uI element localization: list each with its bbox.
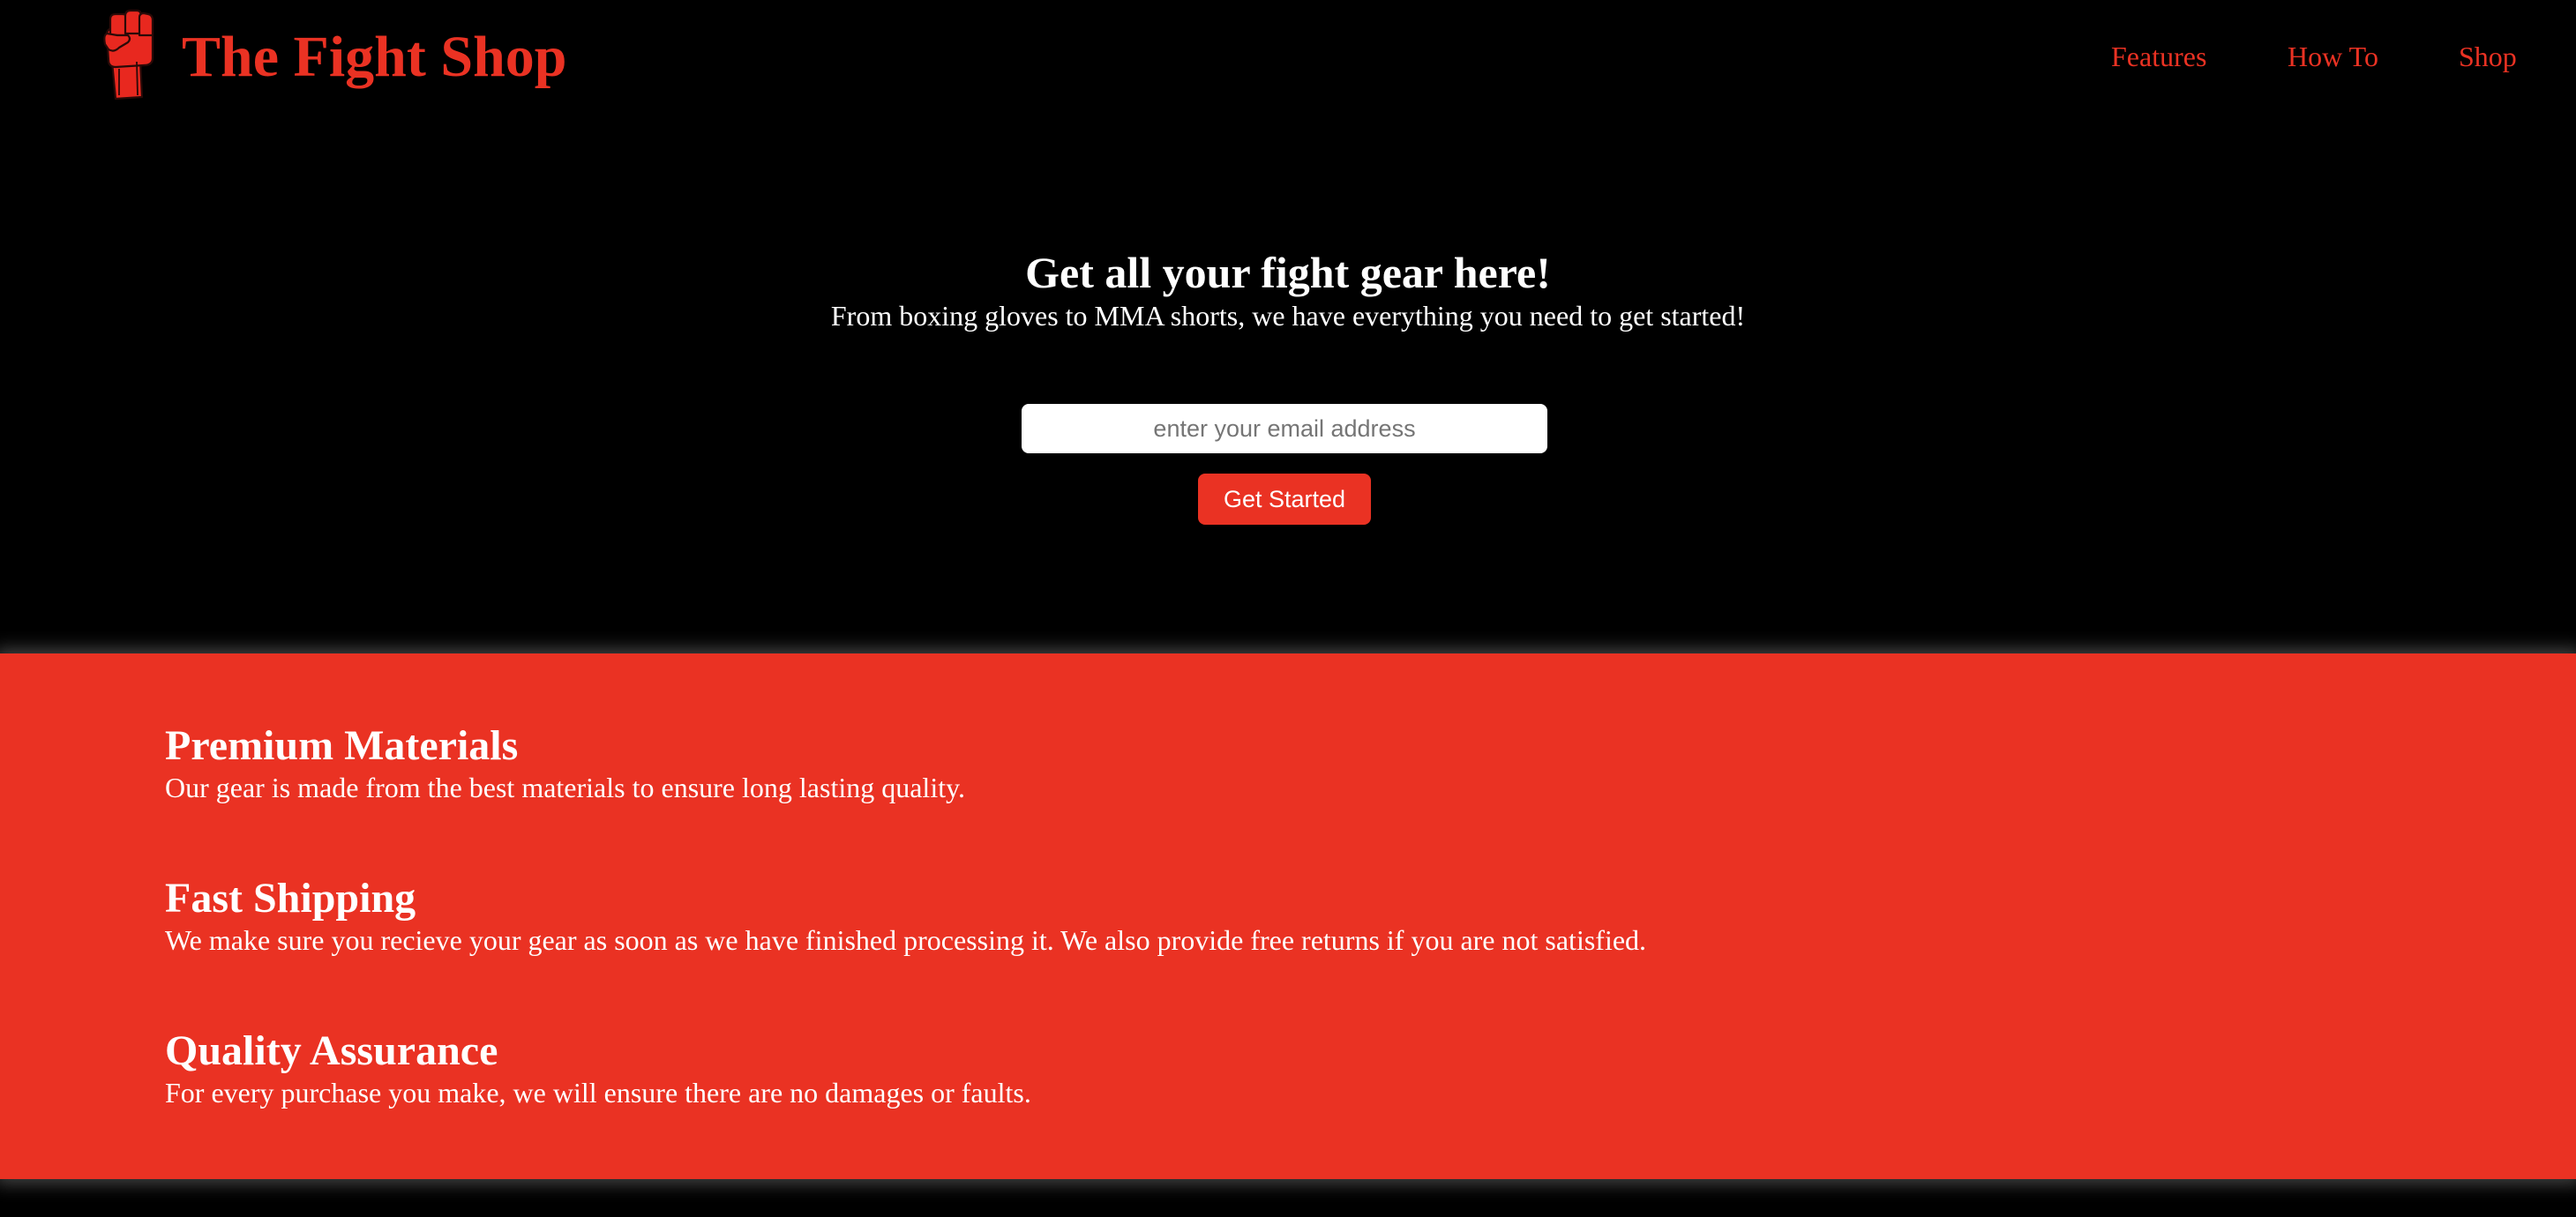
feature-title: Fast Shipping: [165, 875, 416, 922]
feature-fast-shipping: Fast Shipping We make sure you recieve y…: [165, 875, 2459, 958]
feature-text: We make sure you recieve your gear as so…: [165, 924, 1647, 956]
feature-title: Premium Materials: [165, 722, 519, 769]
feature-premium-materials: Premium Materials Our gear is made from …: [165, 722, 2459, 805]
nav-link-features[interactable]: Features: [2111, 39, 2206, 74]
nav-link-shop[interactable]: Shop: [2459, 39, 2517, 74]
feature-text: Our gear is made from the best materials…: [165, 772, 966, 803]
hero-title: Get all your fight gear here!: [1025, 248, 1551, 297]
feature-title: Quality Assurance: [165, 1027, 498, 1074]
site-header: The Fight Shop Features How To Shop: [0, 0, 2576, 115]
feature-text: For every purchase you make, we will ens…: [165, 1077, 1031, 1109]
features-section: Premium Materials Our gear is made from …: [0, 653, 2576, 1179]
hero-subtitle: From boxing gloves to MMA shorts, we hav…: [830, 300, 1746, 332]
site-title: The Fight Shop: [182, 25, 567, 89]
nav-link-how-to[interactable]: How To: [2288, 39, 2378, 74]
get-started-button[interactable]: Get Started: [1198, 474, 1371, 525]
feature-quality-assurance: Quality Assurance For every purchase you…: [165, 1027, 2459, 1110]
email-input[interactable]: [1022, 404, 1547, 453]
raised-fist-icon: [101, 9, 160, 101]
